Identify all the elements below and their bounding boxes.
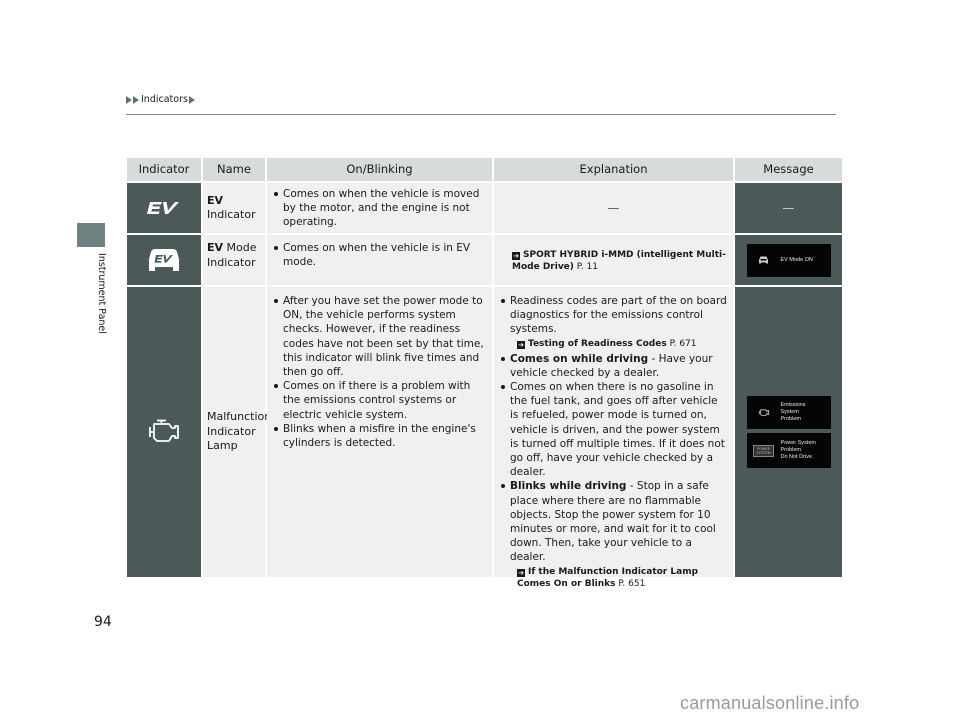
reference-arrow-icon: ➔ [517,340,525,349]
header-divider [126,114,836,115]
cross-reference-link[interactable]: ➔ SPORT HYBRID i-MMD (intelligent Multi-M… [512,249,727,273]
check-engine-icon [747,408,781,417]
check-engine-icon [149,419,179,442]
bullet-item: Comes on when the vehicle is in EV mode. [273,241,486,269]
power-system-icon: POWER SYSTEM [747,444,781,457]
column-header: Indicator [127,158,201,181]
column-header: Message [735,158,842,181]
name-rest: Indicator [207,208,256,221]
bullet-item: Comes on if there is a problem with the … [273,379,486,422]
message-display: POWER SYSTEM Power System Problem. Do No… [746,433,831,468]
indicator-name: EV Mode Indicator [203,235,265,285]
bullet-text: Comes on when there is no gasoline in th… [510,381,725,479]
column-header: Name [203,158,265,181]
bullet-text: - Stop in a safe place where there are n… [510,480,716,564]
message-display: Emissions System Problem [746,396,831,429]
bullet-item: Blinks when a misfire in the engine's cy… [273,422,486,450]
cross-reference-link[interactable]: ➔ If the Malfunction Indicator Lamp Comes… [500,566,727,590]
indicator-icon-cell [127,235,201,285]
message-line: Do Not Drive. [780,454,814,460]
explanation-cell: — [494,183,733,233]
column-header: On/Blinking [267,158,492,181]
message-text: EV Mode ON [780,256,813,263]
message-line: Emissions [780,402,806,408]
bullet-bold: Blinks while driving [510,480,627,493]
ev-car-icon [747,256,781,264]
reference-page: P. 651 [618,578,646,589]
on-blinking-cell: Comes on when the vehicle is in EV mode. [267,235,492,285]
explanation-cell: Readiness codes are part of the on board… [494,287,733,589]
section-label: Instrument Panel [96,253,107,334]
section-tab-marker [77,223,105,247]
watermark: carmanualsonline.info [680,693,860,713]
indicator-name: Malfunction Indicator Lamp [203,287,271,577]
reference-title: SPORT HYBRID i-MMD (intelligent Multi-Mo… [512,250,726,272]
indicator-icon-cell [127,287,201,577]
message-cell: — [735,183,842,233]
message-line: System [780,409,799,415]
bullet-item: Blinks while driving - Stop in a safe pl… [500,479,727,564]
breadcrumb-arrow-icon [188,95,195,104]
indicator-table: Indicator Name On/Blinking Explanation M… [127,158,842,589]
reference-page: P. 671 [669,338,697,349]
message-line: Problem [780,416,801,422]
bullet-bold: Comes on while driving [510,352,649,365]
message-display: EV Mode ON [746,243,831,277]
message-text: Power System Problem. Do Not Drive. [781,440,816,461]
breadcrumb-item[interactable]: Indicators [141,94,188,105]
explanation-cell: ➔ SPORT HYBRID i-MMD (intelligent Multi-M… [494,235,733,285]
bullet-text: Readiness codes are part of the on board… [510,295,727,336]
message-cell: Emissions System Problem POWER SYSTEM Po… [735,287,842,577]
breadcrumb-arrow-icon [133,95,139,104]
bullet-item: After you have set the power mode to ON,… [273,294,486,379]
reference-page: P. 11 [576,262,598,272]
bullet-item: Comes on when there is no gasoline in th… [500,380,727,479]
on-blinking-cell: Comes on when the vehicle is moved by th… [267,183,492,233]
reference-title: Testing of Readiness Codes [528,338,667,349]
indicator-name: EV Indicator [203,183,265,233]
bullet-item: Comes on while driving - Have your vehic… [500,352,727,380]
page-number: 94 [94,614,112,630]
reference-title: If the Malfunction Indicator Lamp Comes … [517,566,699,589]
breadcrumb-arrow-icon [126,95,132,104]
message-cell: EV Mode ON [735,235,842,285]
ev-indicator-icon [147,202,179,214]
indicator-icon-cell [127,183,201,233]
message-text: Emissions System Problem [781,402,806,423]
name-bold: EV [207,193,224,207]
cross-reference-link[interactable]: ➔ Testing of Readiness Codes P. 671 [500,338,727,350]
on-blinking-cell: After you have set the power mode to ON,… [267,287,492,577]
message-line: Problem. [780,447,803,453]
name-bold: EV [207,241,224,254]
bullet-item: Comes on when the vehicle is moved by th… [273,187,486,230]
ev-mode-indicator-icon [149,249,179,271]
reference-arrow-icon: ➔ [512,252,520,260]
breadcrumb: Indicators [126,94,196,105]
bullet-item: Readiness codes are part of the on board… [500,294,727,337]
message-line: Power System [780,440,816,446]
reference-arrow-icon: ➔ [517,568,525,577]
column-header: Explanation [494,158,733,181]
